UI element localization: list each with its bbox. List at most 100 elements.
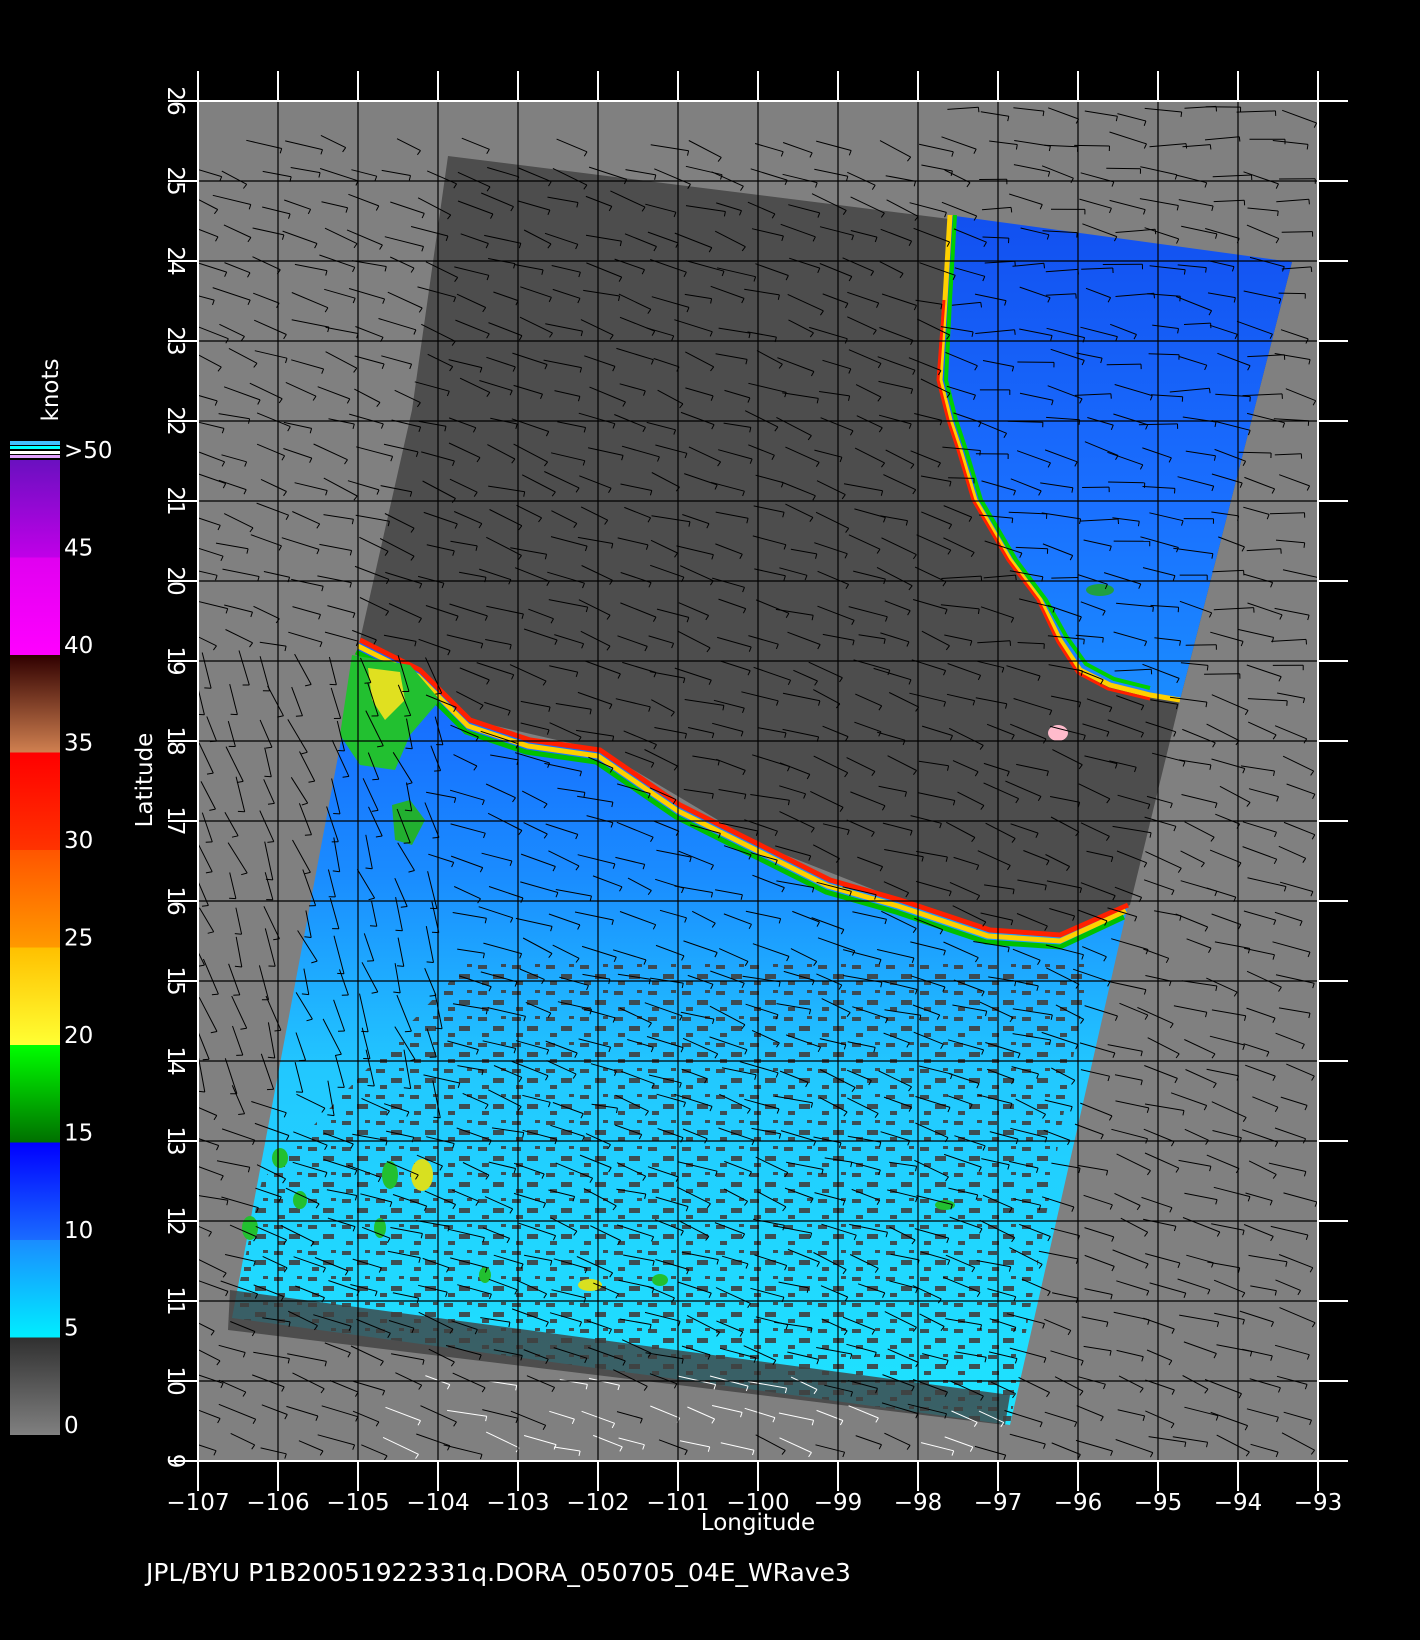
colorbar-band — [10, 557, 60, 655]
lon-tick-label: −93 — [1294, 1490, 1343, 1516]
wind-barb — [948, 477, 975, 479]
lon-tick-label: −103 — [486, 1490, 549, 1516]
colorbar-label: 0 — [64, 1413, 79, 1439]
lat-tick-label: 12 — [162, 1206, 188, 1235]
wind-barb-feather — [404, 715, 411, 717]
wind-barb-feather — [1015, 575, 1017, 581]
wind-barb-feather — [1310, 266, 1313, 272]
footer-caption: JPL/BYU P1B20051922331q.DORA_050705_04E_… — [146, 1558, 851, 1587]
wind-barb-feather — [1277, 210, 1279, 216]
wind-barb-feather — [1205, 267, 1207, 273]
wind-barb-feather — [1209, 144, 1212, 150]
wind-barb-feather — [1083, 639, 1085, 645]
colorbar-band — [10, 1142, 60, 1240]
high-wind-patch-gulf — [1086, 584, 1114, 596]
wind-barb-feather — [1043, 263, 1045, 269]
wind-barb-feather — [396, 965, 404, 967]
colorbar-band — [10, 655, 60, 753]
wind-barb — [1074, 144, 1110, 147]
lat-tick-label: 25 — [162, 166, 188, 195]
wind-barb-feather — [977, 107, 980, 113]
lat-tick-label: 23 — [162, 326, 188, 355]
wind-barb — [1281, 231, 1313, 233]
pink-spot — [1048, 725, 1068, 741]
lon-tick-label: −98 — [894, 1490, 943, 1516]
lat-tick-label: 15 — [162, 966, 188, 995]
wind-barb-feather — [434, 770, 441, 772]
lon-tick-label: −97 — [974, 1490, 1023, 1516]
wind-barb-feather — [1180, 111, 1183, 117]
wind-barb-feather — [301, 993, 309, 996]
wind-barb-feather — [1238, 136, 1241, 142]
lon-tick-label: −107 — [166, 1490, 229, 1516]
lat-tick-label: 18 — [162, 726, 188, 755]
lon-tick-label: −96 — [1054, 1490, 1103, 1516]
lat-tick-label: 20 — [162, 566, 188, 595]
lat-tick-label: 10 — [162, 1366, 188, 1395]
wind-barb-feather — [404, 1030, 412, 1033]
wind-barb — [1106, 363, 1142, 366]
colorbar-band — [10, 460, 60, 558]
lon-tick-label: −104 — [406, 1490, 469, 1516]
colorbar-label: 30 — [64, 828, 93, 854]
latitude-tick-labels: 9 10 11 12 13 14 15 16 17 18 19 20 21 22 23 24 25 26 — [162, 86, 188, 1468]
wind-map: −107 −106 −105 −104 −103 −102 −101 −100 −99 −98 −9… — [10, 71, 1348, 1536]
colorbar-label: 15 — [64, 1121, 93, 1147]
lat-tick-label: 13 — [162, 1126, 188, 1155]
colorbar-label: 10 — [64, 1218, 93, 1244]
wind-barb-feather — [426, 961, 434, 963]
colorbar-label: 20 — [64, 1023, 93, 1049]
wind-barb-feather — [1102, 637, 1104, 643]
wind-barb-feather — [1206, 665, 1209, 671]
wind-barb-feather — [980, 302, 982, 308]
colorbar-band — [10, 850, 60, 948]
wind-barb-feather — [1011, 518, 1014, 524]
lat-tick-label: 9 — [162, 1454, 188, 1469]
colorbar-units: knots — [38, 359, 64, 422]
wind-barb-feather — [979, 450, 981, 456]
lat-tick-label: 24 — [162, 246, 188, 275]
colorbar-label: 5 — [64, 1316, 79, 1342]
lat-tick-label: 17 — [162, 806, 188, 835]
wind-barb-feather — [234, 933, 242, 935]
wind-barb-feather — [211, 993, 219, 996]
lat-tick-label: 16 — [162, 886, 188, 915]
lat-tick-label: 22 — [162, 406, 188, 435]
wind-barb-feather — [369, 925, 377, 927]
wind-barb — [1204, 673, 1240, 675]
wind-barb — [1051, 577, 1078, 579]
colorbar-label: 35 — [64, 731, 93, 757]
colorbar — [10, 460, 60, 1435]
lat-tick-label: 19 — [162, 646, 188, 675]
wind-barb — [1106, 167, 1141, 170]
wind-barb-feather — [395, 929, 403, 932]
wind-barb-feather — [365, 867, 373, 870]
wind-barb-feather — [1152, 606, 1154, 612]
wind-barb-feather — [372, 778, 379, 781]
wind-barb — [1238, 451, 1272, 454]
lon-tick-label: −106 — [246, 1490, 309, 1516]
lat-tick-label: 11 — [162, 1286, 188, 1315]
wind-barb-feather — [234, 965, 242, 968]
wind-barb-feather — [304, 936, 312, 938]
wind-barb-feather — [403, 842, 411, 844]
colorbar-band — [10, 1240, 60, 1338]
wind-map-figure: −107 −106 −105 −104 −103 −102 −101 −100 −99 −98 −9… — [0, 0, 1420, 1640]
colorbar-band — [10, 1045, 60, 1143]
lat-tick-label: 26 — [162, 86, 188, 115]
wind-barb-feather — [1010, 207, 1013, 213]
wind-barb-feather — [267, 1056, 275, 1059]
y-axis-title: Latitude — [132, 733, 158, 828]
wind-barb-feather — [238, 1113, 245, 1115]
x-axis-title: Longitude — [701, 1510, 815, 1536]
wind-barb-feather — [202, 1058, 210, 1061]
colorbar-band — [10, 752, 60, 850]
lat-tick-label: 21 — [162, 486, 188, 515]
wind-barb-feather — [1303, 542, 1306, 548]
wind-barb-feather — [1308, 199, 1310, 205]
lon-tick-label: −102 — [566, 1490, 629, 1516]
colorbar-labels: 0 5 10 15 20 25 30 35 40 45 >50 — [64, 438, 113, 1439]
lon-tick-label: −105 — [326, 1490, 389, 1516]
lon-tick-label: −94 — [1214, 1490, 1263, 1516]
wind-barb-feather — [304, 834, 312, 836]
